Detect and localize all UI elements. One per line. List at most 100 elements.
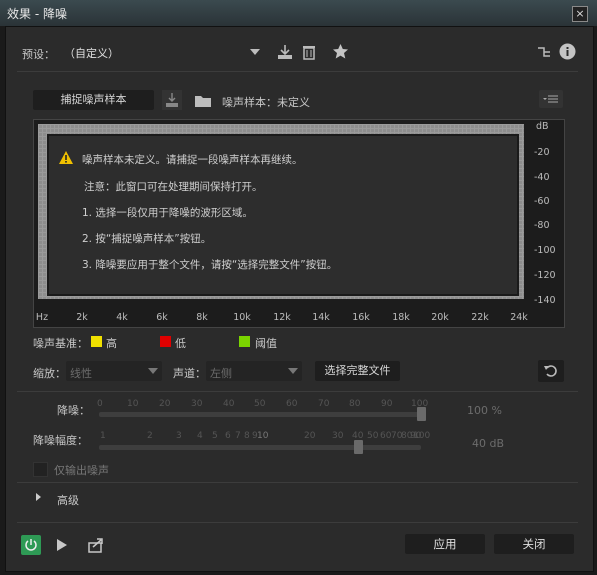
export-icon[interactable] <box>87 536 105 554</box>
y-tick-label: dB <box>536 121 549 132</box>
separator <box>17 482 578 483</box>
channel-value: 左侧 <box>210 367 232 380</box>
threshold-label: 阈值 <box>255 337 277 350</box>
scale-label: 30 <box>191 399 203 409</box>
folder-icon[interactable] <box>193 90 213 110</box>
close-button[interactable]: 关闭 <box>494 534 574 554</box>
scale-label: 30 <box>332 431 344 441</box>
preset-label: 预设： <box>22 48 55 61</box>
x-tick-label: 18k <box>392 312 410 323</box>
step-1-text: 1. 选择一段仅用于降噪的波形区域。 <box>82 207 253 219</box>
reduce-by-label: 降噪幅度： <box>33 434 88 447</box>
reduce-by-slider-thumb[interactable] <box>354 440 363 454</box>
scale-label: 3 <box>176 431 182 441</box>
channel-dropdown[interactable]: 左侧 <box>206 361 302 381</box>
y-tick-label: -20 <box>534 147 550 158</box>
high-swatch <box>91 336 102 347</box>
scale-label: 10 <box>127 399 139 409</box>
scale-value: 线性 <box>70 367 92 380</box>
scale-label: 100 <box>413 431 431 441</box>
x-tick-label: 12k <box>273 312 291 323</box>
save-icon[interactable] <box>162 90 182 110</box>
reduce-by-scale: 1 2 3 4 5 6 7 8 9 10 20 30 40 50 60 70 8… <box>97 431 432 441</box>
title-bar: 效果 - 降噪 × <box>0 0 597 26</box>
reduce-by-value: 40 dB <box>472 437 505 450</box>
y-tick-label: -140 <box>534 295 556 306</box>
noise-sample-status: 噪声样本：未定义 <box>222 96 310 109</box>
low-label: 低 <box>175 337 186 350</box>
note-text: 注意：此窗口可在处理期间保持打开。 <box>84 181 263 193</box>
x-tick-label: 24k <box>510 312 528 323</box>
separator <box>17 391 578 392</box>
scale-label: 缩放： <box>33 367 66 380</box>
advanced-label[interactable]: 高级 <box>57 492 79 508</box>
scale-label: 0 <box>97 399 103 409</box>
x-tick-label: Hz <box>35 312 49 323</box>
scale-label: 10 <box>257 431 269 441</box>
y-tick-label: -120 <box>534 270 556 281</box>
noise-reduction-value: 100 % <box>467 404 502 417</box>
scale-dropdown[interactable]: 线性 <box>66 361 162 381</box>
x-tick-label: 16k <box>352 312 370 323</box>
threshold-swatch <box>239 336 250 347</box>
preset-value: （自定义） <box>64 47 119 60</box>
x-tick-label: 10k <box>233 312 251 323</box>
download-icon[interactable] <box>277 44 293 60</box>
scale-label: 4 <box>197 431 203 441</box>
separator <box>17 71 578 72</box>
chevron-down-icon <box>148 368 158 374</box>
scale-label: 70 <box>318 399 330 409</box>
chevron-right-icon[interactable] <box>36 493 41 501</box>
warning-icon <box>58 150 74 165</box>
scale-label: 8 <box>244 431 250 441</box>
y-tick-label: -40 <box>534 172 550 183</box>
scale-label: 40 <box>223 399 235 409</box>
scale-label: 6 <box>225 431 231 441</box>
chevron-down-icon <box>288 368 298 374</box>
reduce-by-slider[interactable] <box>99 445 421 450</box>
noise-floor-label: 噪声基准： <box>33 337 88 350</box>
y-tick-label: -80 <box>534 220 550 231</box>
instruction-box: 噪声样本未定义。请捕捉一段噪声样本再继续。 注意：此窗口可在处理期间保持打开。 … <box>47 134 519 296</box>
capture-noise-print-button[interactable]: 捕捉噪声样本 <box>33 90 154 110</box>
scale-label: 60 <box>286 399 298 409</box>
scale-label: 20 <box>159 399 171 409</box>
x-tick-label: 8k <box>196 312 208 323</box>
separator <box>17 522 578 523</box>
select-entire-file-button[interactable]: 选择完整文件 <box>315 361 400 381</box>
x-tick-label: 2k <box>76 312 88 323</box>
scale-label: 20 <box>304 431 316 441</box>
scale-label: 80 <box>349 399 361 409</box>
chevron-down-icon <box>250 49 260 55</box>
routing-icon[interactable] <box>536 44 552 60</box>
star-icon[interactable] <box>332 43 349 60</box>
window-title: 效果 - 降噪 <box>7 7 67 21</box>
scale-label: 2 <box>147 431 153 441</box>
y-tick-label: -60 <box>534 196 550 207</box>
warning-text: 噪声样本未定义。请捕捉一段噪声样本再继续。 <box>82 154 303 166</box>
trash-icon[interactable] <box>301 44 317 60</box>
x-tick-label: 4k <box>116 312 128 323</box>
high-label: 高 <box>106 337 117 350</box>
info-icon[interactable] <box>559 43 576 60</box>
scale-label: 90 <box>381 399 393 409</box>
reset-icon[interactable] <box>538 360 564 382</box>
preset-dropdown[interactable]: （自定义） <box>60 42 265 62</box>
output-noise-only-checkbox[interactable] <box>33 462 48 477</box>
close-window-icon[interactable]: × <box>572 6 588 22</box>
noise-reduction-slider[interactable] <box>99 412 421 417</box>
play-icon[interactable] <box>55 538 69 552</box>
scale-label: 7 <box>235 431 241 441</box>
menu-list-icon[interactable] <box>539 90 563 108</box>
step-3-text: 3. 降噪要应用于整个文件，请按“选择完整文件”按钮。 <box>82 259 338 271</box>
x-tick-label: 6k <box>156 312 168 323</box>
power-icon[interactable] <box>21 535 41 555</box>
noise-reduction-slider-thumb[interactable] <box>417 407 426 421</box>
apply-button[interactable]: 应用 <box>405 534 485 554</box>
scale-label: 50 <box>254 399 266 409</box>
noise-reduction-label: 降噪： <box>57 404 90 417</box>
scale-label: 1 <box>100 431 106 441</box>
low-swatch <box>160 336 171 347</box>
x-tick-label: 22k <box>471 312 489 323</box>
output-noise-only-label: 仅输出噪声 <box>54 464 109 477</box>
